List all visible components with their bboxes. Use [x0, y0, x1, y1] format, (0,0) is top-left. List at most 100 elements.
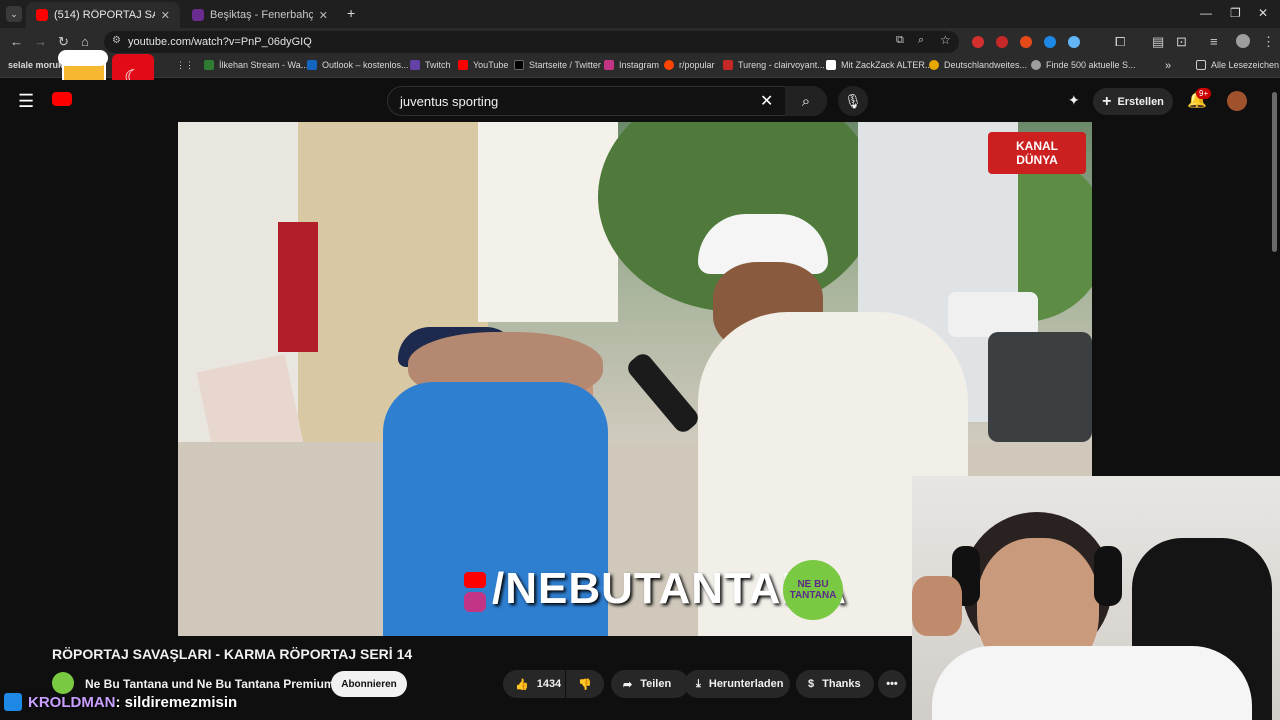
bookmark-item[interactable]: Startseite / Twitter — [514, 60, 601, 70]
browser-toolbar: ← → ↻ ⌂ ⚙ youtube.com/watch?v=PnP_06dyGI… — [0, 28, 1280, 56]
forward-icon[interactable]: → — [34, 34, 47, 49]
new-tab-button[interactable]: + — [347, 5, 355, 21]
bein-favicon-icon — [192, 9, 204, 21]
extension-icon[interactable] — [996, 36, 1008, 48]
zoom-icon[interactable]: ⌕ — [918, 34, 924, 47]
search-icon: ⌕ — [801, 92, 811, 110]
thumbs-up-icon: 👍 — [515, 678, 529, 691]
bookmarks-bar: selale moruk ⋮⋮ İlkehan Stream - Wa... O… — [0, 56, 1280, 78]
close-tab-icon[interactable]: ✕ — [319, 9, 328, 22]
tab-search-icon[interactable]: ⌄ — [6, 6, 22, 22]
search-button[interactable]: ⌕ — [785, 86, 827, 116]
back-icon[interactable]: ← — [10, 34, 23, 49]
bookmark-item[interactable]: Tureng - clairvoyant... — [723, 60, 825, 70]
bookmark-item[interactable]: Instagram — [604, 60, 659, 70]
more-actions-button[interactable]: ••• — [878, 670, 906, 698]
dislike-button[interactable]: 👎 — [566, 670, 604, 698]
subscribe-button[interactable]: Abonnieren — [331, 671, 407, 697]
youtube-favicon-icon — [36, 9, 48, 21]
extension-icon[interactable] — [972, 36, 984, 48]
extension-icon[interactable] — [1020, 36, 1032, 48]
like-count: 1434 — [536, 678, 562, 690]
thanks-label: Thanks — [822, 678, 861, 690]
thanks-button[interactable]: $ Thanks — [796, 670, 874, 698]
reading-list-icon[interactable]: ≡ — [1210, 34, 1218, 49]
browser-menu-icon[interactable]: ⋮ — [1262, 34, 1275, 50]
voice-search-button[interactable]: 🎙 — [838, 86, 868, 116]
tab-youtube[interactable]: (514) RÖPORTAJ SAVAŞLARI - K ✕ — [26, 2, 180, 28]
bookmark-item[interactable]: Finde 500 aktuelle S... — [1031, 60, 1136, 70]
clear-search-icon[interactable]: ✕ — [760, 91, 773, 111]
bookmark-item[interactable]: Outlook – kostenlos... — [307, 60, 409, 70]
extensions-puzzle-icon[interactable]: ⧠ — [1115, 34, 1125, 50]
bookmark-item[interactable]: İlkehan Stream - Wa... — [204, 60, 308, 70]
download-label: Herunterladen — [708, 678, 784, 690]
plus-icon: + — [1102, 92, 1112, 110]
more-bookmarks-icon[interactable]: » — [1165, 60, 1171, 72]
share-button[interactable]: ➦ Teilen — [611, 670, 689, 698]
create-label: Erstellen — [1117, 95, 1164, 108]
close-tab-icon[interactable]: ✕ — [161, 9, 170, 22]
maximize-icon[interactable]: ❐ — [1230, 6, 1241, 20]
apps-grid-icon[interactable]: ⋮⋮ — [176, 60, 194, 71]
bookmark-item[interactable]: r/popular — [664, 60, 715, 70]
side-panel-icon[interactable]: ▤ — [1152, 34, 1164, 50]
tab-bein[interactable]: Beşiktaş - Fenerbahçe | beIN SP ✕ — [182, 2, 338, 28]
chat-text: : sildiremezmisin — [115, 693, 238, 711]
create-button[interactable]: + Erstellen — [1093, 88, 1173, 115]
profile-avatar[interactable] — [1236, 34, 1250, 48]
streamer-webcam — [912, 476, 1280, 720]
shop-sign — [278, 222, 318, 352]
more-icon: ••• — [886, 678, 898, 690]
thanks-icon: $ — [808, 678, 815, 690]
extension-icon[interactable] — [1044, 36, 1056, 48]
like-button[interactable]: 👍 1434 — [503, 670, 565, 698]
parked-van — [948, 292, 1038, 337]
extension-icon[interactable] — [1068, 36, 1080, 48]
kanal-dunya-logo: KANAL DÜNYA — [988, 132, 1086, 174]
bookmark-item[interactable]: YouTube — [458, 60, 508, 70]
parked-car — [988, 332, 1092, 442]
chat-badge-icon — [4, 693, 22, 711]
notification-badge: 9+ — [1196, 88, 1212, 99]
share-arrow-icon: ➦ — [623, 678, 633, 691]
download-button[interactable]: ⤓ Herunterladen — [684, 670, 790, 698]
microphone-icon: 🎙 — [844, 92, 862, 109]
headphones-icon — [1094, 546, 1122, 606]
youtube-overlay-icon — [464, 572, 486, 588]
search-query-text: juventus sporting — [400, 93, 499, 109]
download-icon: ⤓ — [696, 677, 701, 690]
bookmark-item[interactable]: Deutschlandweites... — [929, 60, 1027, 70]
tab-title: Beşiktaş - Fenerbahçe | beIN SP — [210, 9, 313, 21]
streamer-hand — [912, 576, 962, 636]
ne-bu-tantana-badge: NE BU TANTANA — [783, 560, 843, 620]
minimize-icon[interactable]: — — [1200, 6, 1212, 20]
building-middle — [478, 122, 618, 322]
account-avatar[interactable] — [1227, 91, 1247, 111]
bookmark-item[interactable]: selale moruk — [8, 60, 63, 70]
browser-tab-strip: ⌄ (514) RÖPORTAJ SAVAŞLARI - K ✕ Beşikta… — [0, 0, 1280, 28]
channel-name[interactable]: Ne Bu Tantana und Ne Bu Tantana Premium — [85, 677, 335, 691]
hamburger-menu-icon[interactable]: ☰ — [18, 91, 34, 112]
close-window-icon[interactable]: ✕ — [1258, 6, 1268, 20]
ai-sparkle-icon[interactable]: ✦ — [1068, 92, 1080, 109]
bookmark-item[interactable]: Twitch — [410, 60, 451, 70]
youtube-header: ☰ juventus sporting ✕ ⌕ 🎙 ✦ + Erstellen … — [0, 80, 1280, 122]
tab-groups-icon[interactable]: ⊡ — [1176, 34, 1187, 50]
bookmark-item[interactable]: Mit ZackZack ALTER... — [826, 60, 932, 70]
share-label: Teilen — [640, 678, 672, 690]
all-bookmarks-folder[interactable]: Alle Lesezeichen — [1196, 60, 1279, 70]
bookmark-star-icon[interactable]: ☆ — [940, 33, 951, 47]
chat-message: KROLDMAN : sildiremezmisin — [4, 690, 237, 714]
chat-username: KROLDMAN — [28, 693, 116, 711]
tab-title: (514) RÖPORTAJ SAVAŞLARI - K — [54, 9, 155, 21]
streamer-shirt — [932, 646, 1252, 720]
video-title: RÖPORTAJ SAVAŞLARI - KARMA RÖPORTAJ SERİ… — [52, 646, 413, 662]
cast-icon[interactable]: ⧉ — [896, 34, 904, 47]
instagram-overlay-icon — [464, 592, 486, 612]
youtube-logo-icon[interactable] — [52, 92, 72, 106]
page-scrollbar[interactable] — [1272, 92, 1277, 252]
microphone-icon — [624, 350, 702, 436]
extension-icon[interactable] — [1092, 36, 1104, 48]
address-bar[interactable]: ⚙ youtube.com/watch?v=PnP_06dyGIQ ⧉ ⌕ ☆ — [104, 31, 959, 53]
